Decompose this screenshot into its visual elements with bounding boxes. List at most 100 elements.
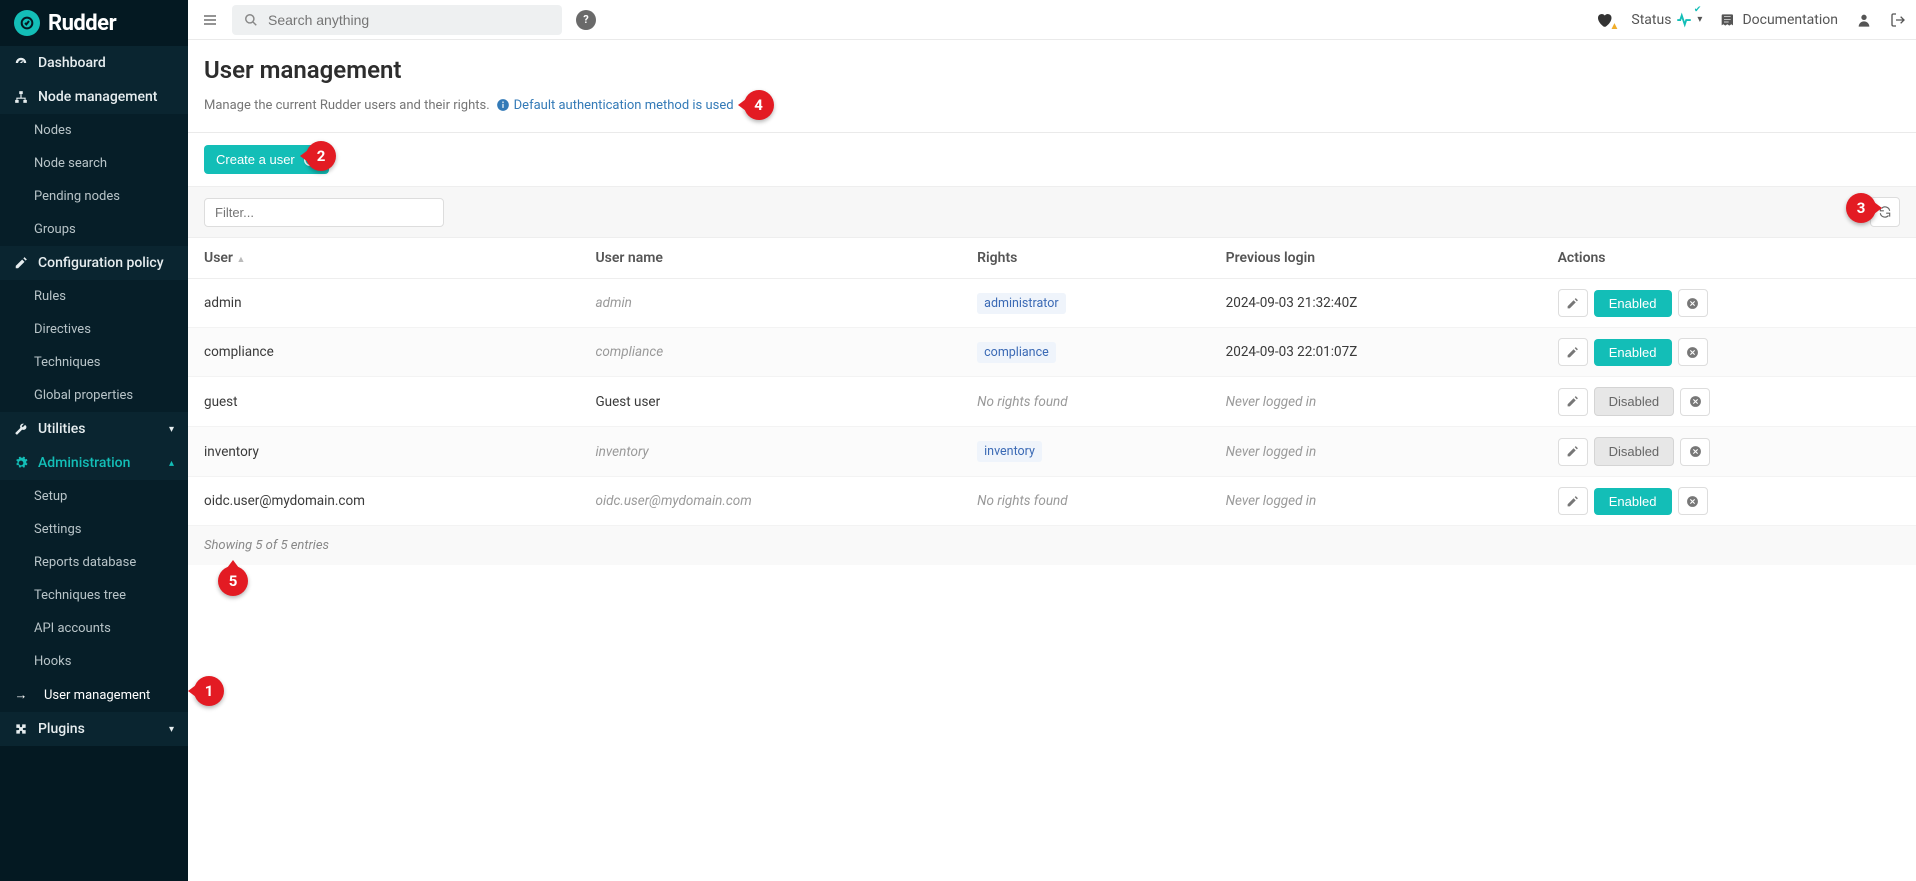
actions-cell: Enabled: [1542, 328, 1916, 377]
table-row: guestGuest userNo rights foundNever logg…: [188, 377, 1916, 427]
logout-icon[interactable]: [1890, 12, 1906, 28]
sidebar-item-rules[interactable]: Rules: [0, 280, 188, 313]
status-dropdown[interactable]: Status ✔ ▾: [1631, 11, 1702, 29]
col-rights[interactable]: Rights: [961, 238, 1210, 279]
sidebar-item-api-accounts[interactable]: API accounts: [0, 612, 188, 645]
rights-badge: compliance: [977, 342, 1056, 363]
close-circle-icon: [1686, 495, 1699, 508]
sidebar-item-pending-nodes[interactable]: Pending nodes: [0, 180, 188, 213]
user-id-cell: guest: [188, 377, 579, 427]
prev-login-cell: 2024-09-03 21:32:40Z: [1210, 279, 1542, 328]
sidebar-item-nodes[interactable]: Nodes: [0, 114, 188, 147]
sidebar-item-directives[interactable]: Directives: [0, 313, 188, 346]
chevron-down-icon: ▾: [169, 724, 174, 735]
delete-button[interactable]: [1680, 438, 1710, 466]
sidebar-label: Configuration policy: [38, 255, 164, 271]
filter-toolbar: 3: [188, 186, 1916, 238]
topbar: ? ▲ Status ✔ ▾ Documentation: [188, 0, 1916, 40]
col-actions: Actions: [1542, 238, 1916, 279]
edit-button[interactable]: [1558, 388, 1588, 416]
rights-cell: administrator: [961, 279, 1210, 328]
sort-asc-icon: ▲: [236, 255, 245, 265]
chevron-up-icon: ▴: [169, 458, 174, 469]
edit-button[interactable]: [1558, 338, 1588, 366]
search-input[interactable]: [268, 12, 550, 28]
sidebar-label: Node management: [38, 89, 157, 105]
sidebar-label: Plugins: [38, 721, 85, 737]
delete-button[interactable]: [1678, 338, 1708, 366]
brand-logo[interactable]: Rudder: [0, 0, 188, 46]
sidebar-item-groups[interactable]: Groups: [0, 213, 188, 246]
sidebar-item-techniques[interactable]: Techniques: [0, 346, 188, 379]
col-username[interactable]: User name: [579, 238, 961, 279]
brand-mark-icon: [14, 10, 40, 36]
sidebar: Rudder Dashboard Node management Nodes N…: [0, 0, 188, 881]
sidebar-item-node-search[interactable]: Node search: [0, 147, 188, 180]
rights-cell: compliance: [961, 328, 1210, 377]
rights-badge: inventory: [977, 441, 1042, 462]
disabled-toggle[interactable]: Disabled: [1594, 437, 1675, 466]
table-row: oidc.user@mydomain.comoidc.user@mydomain…: [188, 477, 1916, 526]
sidebar-item-hooks[interactable]: Hooks: [0, 645, 188, 678]
puzzle-icon: [14, 722, 28, 736]
help-icon[interactable]: ?: [576, 10, 596, 30]
brand-name: Rudder: [48, 11, 116, 36]
pencil-icon: [1566, 445, 1579, 458]
edit-button[interactable]: [1558, 289, 1588, 317]
sidebar-item-setup[interactable]: Setup: [0, 480, 188, 513]
sidebar-item-settings[interactable]: Settings: [0, 513, 188, 546]
table-footer: Showing 5 of 5 entries 5: [188, 526, 1916, 565]
pencil-icon: [1566, 346, 1579, 359]
delete-button[interactable]: [1680, 388, 1710, 416]
edit-button[interactable]: [1558, 438, 1588, 466]
col-prev-login[interactable]: Previous login: [1210, 238, 1542, 279]
sidebar-item-node-management[interactable]: Node management: [0, 80, 188, 114]
close-circle-icon: [1686, 297, 1699, 310]
sidebar-item-administration[interactable]: Administration ▴: [0, 446, 188, 480]
actions-cell: Disabled: [1542, 427, 1916, 477]
col-user[interactable]: User ▲: [188, 238, 579, 279]
auth-method-link[interactable]: Default authentication method is used: [496, 98, 734, 113]
edit-button[interactable]: [1558, 487, 1588, 515]
sidebar-item-plugins[interactable]: Plugins ▾: [0, 712, 188, 746]
sidebar-item-global-properties[interactable]: Global properties: [0, 379, 188, 412]
documentation-link[interactable]: Documentation: [1720, 12, 1838, 28]
sidebar-label: Utilities: [38, 421, 85, 437]
pencil-icon: [1566, 495, 1579, 508]
enabled-toggle[interactable]: Enabled: [1594, 290, 1672, 317]
table-row: adminadminadministrator2024-09-03 21:32:…: [188, 279, 1916, 328]
prev-login-cell: Never logged in: [1210, 477, 1542, 526]
health-icon[interactable]: ▲: [1595, 11, 1613, 29]
chevron-down-icon: ▾: [1697, 14, 1702, 25]
sitemap-icon: [14, 90, 28, 104]
filter-input[interactable]: [204, 198, 444, 227]
disabled-toggle[interactable]: Disabled: [1594, 387, 1675, 416]
user-id-cell: admin: [188, 279, 579, 328]
sidebar-item-techniques-tree[interactable]: Techniques tree: [0, 579, 188, 612]
user-name-cell: inventory: [579, 427, 961, 477]
user-icon[interactable]: [1856, 12, 1872, 28]
user-id-cell: oidc.user@mydomain.com: [188, 477, 579, 526]
user-name-cell: oidc.user@mydomain.com: [579, 477, 961, 526]
user-id-cell: compliance: [188, 328, 579, 377]
heartbeat-icon: ✔: [1675, 11, 1693, 29]
gauge-icon: [14, 56, 28, 70]
page-title: User management: [204, 56, 1900, 84]
close-circle-icon: [1686, 346, 1699, 359]
sidebar-item-dashboard[interactable]: Dashboard: [0, 46, 188, 80]
delete-button[interactable]: [1678, 289, 1708, 317]
sidebar-item-config-policy[interactable]: Configuration policy: [0, 246, 188, 280]
sidebar-item-user-management[interactable]: → User management 1: [0, 678, 188, 712]
sidebar-item-utilities[interactable]: Utilities ▾: [0, 412, 188, 446]
delete-button[interactable]: [1678, 487, 1708, 515]
enabled-toggle[interactable]: Enabled: [1594, 488, 1672, 515]
enabled-toggle[interactable]: Enabled: [1594, 339, 1672, 366]
gear-icon: [14, 456, 28, 470]
page-header: User management Manage the current Rudde…: [188, 56, 1916, 133]
rights-cell: inventory: [961, 427, 1210, 477]
user-name-cell: compliance: [579, 328, 961, 377]
menu-toggle-icon[interactable]: [198, 8, 222, 32]
sidebar-item-reports-db[interactable]: Reports database: [0, 546, 188, 579]
page-subtitle: Manage the current Rudder users and thei…: [204, 98, 490, 113]
global-search[interactable]: [232, 5, 562, 35]
